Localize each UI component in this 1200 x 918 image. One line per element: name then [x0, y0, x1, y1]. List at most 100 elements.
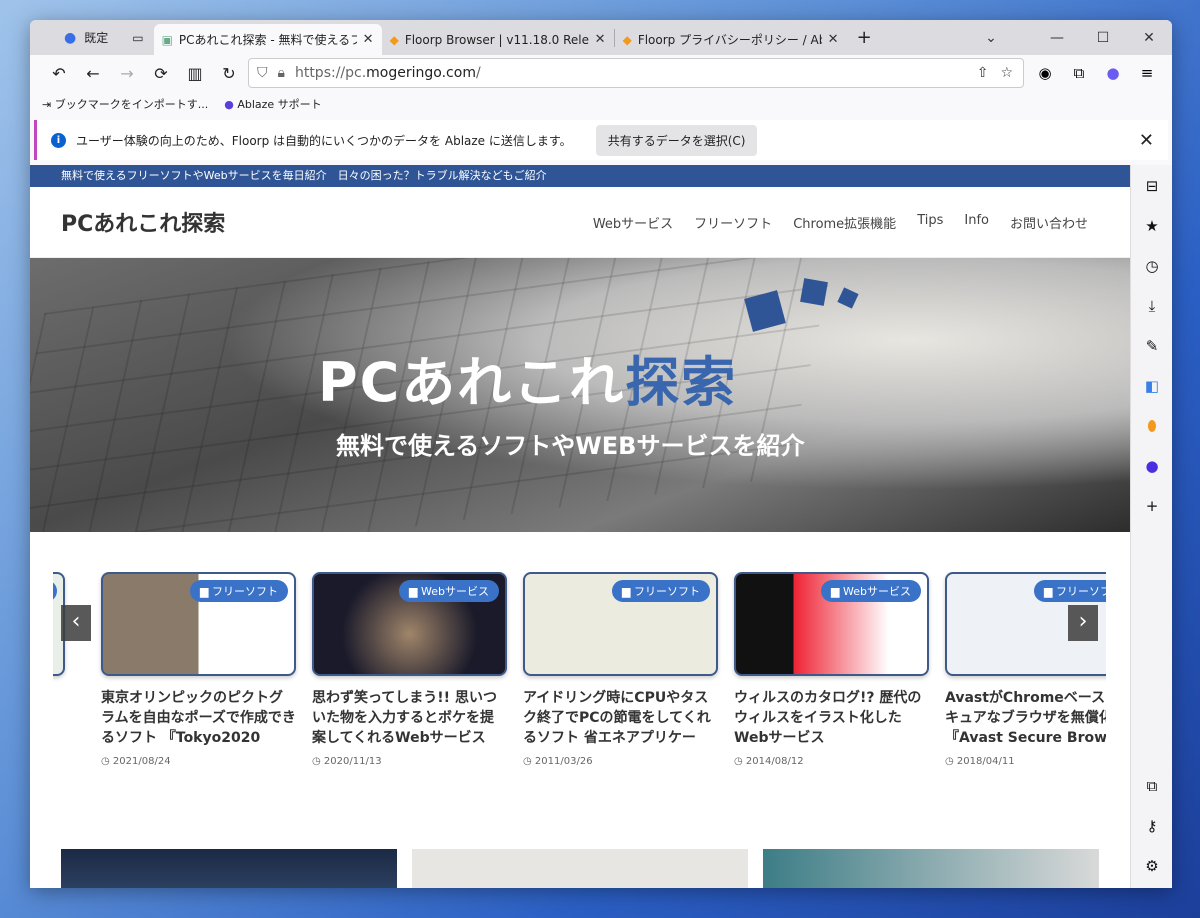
minimize-button[interactable]: — [1034, 30, 1080, 46]
article-image[interactable] [763, 849, 1099, 888]
clock-icon: ◷ [101, 756, 110, 767]
logo-square [800, 278, 828, 306]
shield-icon[interactable]: ⛉ [257, 65, 268, 81]
add-panel-icon[interactable]: + [1131, 497, 1172, 515]
bookmark-star-icon[interactable]: ☆ [1000, 65, 1013, 81]
hero-banner: PCあれこれ探索 無料で使えるソフトやWEBサービスを紹介 [30, 258, 1130, 532]
info-icon: i [51, 132, 66, 148]
menu-icon[interactable]: ≡ [1130, 64, 1164, 82]
clock-icon: ◷ [945, 756, 954, 767]
card-thumbnail[interactable]: ▆ フリーソフト [523, 572, 718, 676]
card-thumbnail[interactable]: ▆ Webサービス [312, 572, 507, 676]
lock-icon[interactable]: 🔒︎ [278, 65, 285, 81]
close-notification-icon[interactable]: ✕ [1139, 130, 1154, 151]
bookmark-ablaze-support[interactable]: ● Ablaze サポート [224, 96, 321, 112]
downloads-icon[interactable]: ⤓ [1131, 297, 1172, 315]
carousel-card[interactable]: ▆ フリーソフト アイドリング時にCPUやタスク終了でPCの節電をしてくれるソフ… [523, 572, 718, 767]
carousel-card[interactable]: ▆ フリーソフト AvastがChromeベースなセキュアなブラウザを無償化『A… [945, 572, 1106, 767]
site-nav: Webサービス フリーソフト Chrome拡張機能 Tips Info お問い合… [593, 213, 1088, 232]
share-icon[interactable]: ⇧ [977, 65, 989, 81]
category-badge[interactable]: ▆ フリーソフト [612, 580, 710, 602]
card-thumbnail[interactable]: ▆ Webサービス [734, 572, 929, 676]
close-window-button[interactable]: ✕ [1126, 30, 1172, 46]
maximize-button[interactable]: ☐ [1080, 30, 1126, 46]
sync-icon[interactable]: ⟳ [144, 64, 178, 83]
notes-pencil-icon[interactable]: ✎ [1131, 337, 1172, 355]
card-title[interactable]: 東京オリンピックのピクトグラムを自由なポーズで作成できるソフト 『Tokyo20… [101, 688, 296, 748]
category-badge[interactable]: ▆ フリーソフト [1034, 580, 1106, 602]
close-tab-icon[interactable]: ✕ [595, 32, 606, 47]
url-text: https://pc.mogeringo.com/ [294, 65, 481, 81]
history-clock-icon[interactable]: ◷ [1131, 257, 1172, 275]
nav-tips[interactable]: Tips [917, 213, 943, 232]
reload-icon[interactable]: ↻ [212, 64, 246, 83]
tab-bar: ● 既定 ▭ ▣ PCあれこれ探索 - 無料で使えるフリーソフト ✕ ◆ Floorp… [30, 20, 1172, 55]
new-tab-button[interactable]: + [847, 27, 882, 48]
carousel-card[interactable]: ▆ 機能 が 更に [53, 572, 65, 756]
list-tabs-chevron-icon[interactable]: ⌄ [968, 30, 1014, 46]
hero-title: PCあれこれ探索 [318, 351, 738, 414]
ablaze-icon[interactable]: ● [1131, 457, 1172, 475]
extensions-icon[interactable]: ⧉ [1131, 777, 1172, 795]
passwords-key-icon[interactable]: ⚷ [1131, 817, 1172, 835]
tab-floorp-release[interactable]: ◆ Floorp Browser | v11.18.0 Release ✕ [382, 24, 614, 55]
card-title[interactable]: が 更に [53, 688, 65, 748]
address-bar[interactable]: ⛉ 🔒︎ https://pc.mogeringo.com/ ⇧ ☆ [248, 58, 1024, 88]
folder-icon: ▆ [831, 585, 840, 598]
tab-pc-arekore[interactable]: ▣ PCあれこれ探索 - 無料で使えるフリーソフト ✕ [153, 24, 382, 55]
pinned-workspace[interactable]: ● 既定 ▭ [30, 20, 154, 55]
nav-chrome-extensions[interactable]: Chrome拡張機能 [793, 213, 896, 232]
back-icon[interactable]: ← [76, 64, 110, 83]
carousel-next-button[interactable]: › [1068, 605, 1098, 641]
nav-contact[interactable]: お問い合わせ [1010, 213, 1088, 232]
site-logo[interactable]: PCあれこれ探索 [61, 206, 225, 238]
card-title[interactable]: 思わず笑ってしまう!! 思いついた物を入力するとボケを提案してくれるWebサービ… [312, 688, 507, 748]
close-tab-icon[interactable]: ✕ [363, 32, 374, 47]
carousel-card[interactable]: ▆ Webサービス 思わず笑ってしまう!! 思いついた物を入力するとボケを提案し… [312, 572, 507, 767]
tab-manager-icon[interactable]: ▭ [132, 31, 143, 45]
logo-square [837, 287, 859, 309]
category-badge[interactable]: ▆ Webサービス [399, 580, 499, 602]
carousel-card[interactable]: ▆ フリーソフト 東京オリンピックのピクトグラムを自由なポーズで作成できるソフト… [101, 572, 296, 767]
card-title[interactable]: ウィルスのカタログ!? 歴代のウィルスをイラスト化したWebサービス 『COMP… [734, 688, 929, 748]
card-title[interactable]: AvastがChromeベースなセキュアなブラウザを無償化『Avast Secu… [945, 688, 1106, 748]
forward-icon[interactable]: → [110, 64, 144, 83]
hero-subtitle: 無料で使えるソフトやWEBサービスを紹介 [336, 432, 805, 460]
profile-icon[interactable]: ● [1096, 64, 1130, 82]
tab-title: Floorp Browser | v11.18.0 Release [404, 32, 589, 47]
article-carousel: ▆ 機能 が 更に ▆ フリーソフト 東京オリンピックのピクトグラムを自由なポー… [53, 572, 1106, 772]
navigation-toolbar: ↶ ← → ⟳ ▥ ↻ ⛉ 🔒︎ https://pc.mogeringo.co… [30, 55, 1172, 91]
choose-data-button[interactable]: 共有するデータを選択(C) [595, 124, 758, 156]
translate-icon[interactable]: ◧ [1131, 377, 1172, 395]
carousel-card[interactable]: ▆ Webサービス ウィルスのカタログ!? 歴代のウィルスをイラスト化したWeb… [734, 572, 929, 767]
card-title[interactable]: アイドリング時にCPUやタスク終了でPCの節電をしてくれるソフト 省エネアプリケ… [523, 688, 718, 748]
bookmarks-star-icon[interactable]: ★ [1131, 217, 1172, 235]
sidebar-toggle-icon[interactable]: ▥ [178, 64, 212, 83]
bookmarks-toolbar: ⇥ ブックマークをインポートす... ● Ablaze サポート [30, 91, 322, 117]
toolbox-icon[interactable]: ⊟ [1131, 177, 1172, 195]
settings-gear-icon[interactable]: ⚙ [1131, 857, 1172, 875]
bookmark-import[interactable]: ⇥ ブックマークをインポートす... [42, 96, 208, 112]
nav-freesoft[interactable]: フリーソフト [694, 213, 772, 232]
card-date: ◷ 2014/08/12 [734, 756, 804, 767]
close-tab-icon[interactable]: ✕ [828, 32, 839, 47]
category-badge[interactable]: ▆ 機能 [53, 580, 57, 602]
folder-icon: ▆ [1044, 585, 1053, 598]
extensions-icon[interactable]: ⧉ [1062, 64, 1096, 82]
floorp-icon[interactable]: ⬮ [1131, 417, 1172, 435]
card-thumbnail[interactable]: ▆ フリーソフト [101, 572, 296, 676]
article-image[interactable] [412, 849, 748, 888]
browser-window: ● 既定 ▭ ▣ PCあれこれ探索 - 無料で使えるフリーソフト ✕ ◆ Floorp… [30, 20, 1172, 888]
carousel-prev-button[interactable]: ‹ [61, 605, 91, 641]
tab-floorp-privacy[interactable]: ◆ Floorp プライバシーポリシー / Ablaze ✕ [615, 24, 847, 55]
category-badge[interactable]: ▆ Webサービス [821, 580, 921, 602]
article-image[interactable] [61, 849, 397, 888]
card-date: ◷ 2020/11/13 [312, 756, 382, 767]
nav-web-services[interactable]: Webサービス [593, 213, 673, 232]
undo-close-tab-icon[interactable]: ↶ [42, 64, 76, 83]
site-tagline: 無料で使えるフリーソフトやWebサービスを毎日紹介 日々の困った？トラブル解決な… [30, 165, 1130, 187]
category-badge[interactable]: ▆ フリーソフト [190, 580, 288, 602]
card-date: ◷ 2021/08/24 [101, 756, 171, 767]
nav-info[interactable]: Info [964, 213, 989, 232]
account-icon[interactable]: ◉ [1028, 64, 1062, 82]
